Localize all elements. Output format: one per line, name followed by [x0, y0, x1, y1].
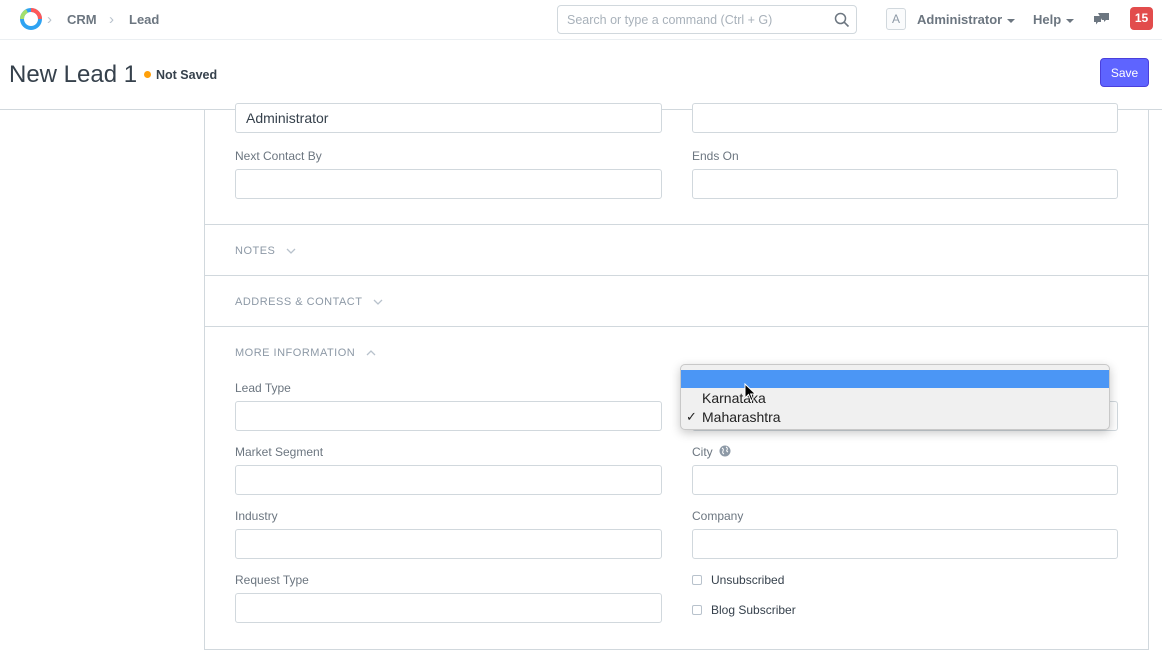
request-type-select[interactable] — [235, 593, 662, 623]
breadcrumb-separator: › — [109, 11, 114, 28]
page-head: New Lead 1 Not Saved Save — [0, 41, 1162, 110]
notification-badge[interactable]: 15 — [1130, 7, 1153, 30]
avatar[interactable]: A — [886, 8, 906, 30]
next-contact-by-label: Next Contact By — [235, 149, 322, 163]
blog-subscriber-checkbox-row[interactable]: Blog Subscriber — [692, 603, 796, 617]
top-right-input[interactable] — [693, 104, 1117, 132]
app-logo-icon[interactable] — [18, 6, 44, 32]
ends-on-input[interactable] — [693, 170, 1117, 198]
blog-subscriber-checkbox[interactable] — [692, 605, 702, 615]
unsubscribed-checkbox-row[interactable]: Unsubscribed — [692, 573, 784, 587]
lead-type-input[interactable] — [236, 402, 661, 430]
globe-icon — [719, 445, 731, 457]
ends-on-field[interactable] — [692, 169, 1118, 199]
chevron-up-icon — [366, 350, 376, 356]
section-divider — [205, 224, 1148, 225]
assigned-to-input[interactable] — [236, 104, 661, 132]
assigned-to-field[interactable] — [235, 103, 662, 133]
dropdown-option-maharashtra-label: Maharashtra — [702, 409, 781, 425]
breadcrumb-lead[interactable]: Lead — [129, 12, 159, 27]
mouse-pointer-icon — [744, 383, 757, 402]
request-type-label: Request Type — [235, 573, 309, 587]
industry-input[interactable] — [236, 530, 661, 558]
help-menu-label: Help — [1033, 12, 1062, 27]
awesome-bar — [557, 5, 857, 34]
market-segment-field[interactable] — [235, 465, 662, 495]
section-more-information[interactable]: MORE INFORMATION — [235, 347, 377, 359]
breadcrumb-crm[interactable]: CRM — [67, 12, 97, 27]
caret-down-icon — [1066, 18, 1075, 23]
unsubscribed-checkbox[interactable] — [692, 575, 702, 585]
section-address-contact[interactable]: ADDRESS & CONTACT — [235, 296, 384, 308]
chevron-down-icon — [373, 299, 383, 306]
section-divider — [205, 326, 1148, 327]
industry-field[interactable] — [235, 529, 662, 559]
chevron-down-icon — [286, 248, 296, 255]
section-notes[interactable]: NOTES — [235, 245, 297, 257]
section-more-information-label: MORE INFORMATION — [235, 347, 356, 359]
next-contact-by-field[interactable] — [235, 169, 662, 199]
top-right-field[interactable] — [692, 103, 1118, 133]
section-notes-label: NOTES — [235, 245, 276, 257]
checkmark-icon: ✓ — [686, 409, 697, 424]
ends-on-label: Ends On — [692, 149, 739, 163]
industry-label: Industry — [235, 509, 278, 523]
user-menu[interactable]: Administrator — [917, 12, 1016, 27]
city-field[interactable] — [692, 465, 1118, 495]
search-input[interactable] — [558, 6, 818, 33]
company-input[interactable] — [693, 530, 1117, 558]
search-icon[interactable] — [834, 12, 850, 28]
unsubscribed-label: Unsubscribed — [711, 573, 785, 587]
save-button[interactable]: Save — [1100, 58, 1149, 87]
page-title: New Lead 1 — [9, 61, 138, 88]
lead-type-select[interactable] — [235, 401, 662, 431]
status-indicator: Not Saved — [144, 68, 217, 82]
chat-icon[interactable] — [1093, 12, 1110, 27]
status-dot — [144, 71, 151, 78]
city-label: City — [692, 445, 731, 459]
navbar: › CRM › Lead A Administrator Help 15 — [0, 0, 1162, 40]
help-menu[interactable]: Help — [1033, 12, 1075, 27]
lead-type-label: Lead Type — [235, 381, 291, 395]
user-menu-label: Administrator — [917, 12, 1003, 27]
blog-subscriber-label: Blog Subscriber — [711, 603, 796, 617]
section-divider — [205, 275, 1148, 276]
dropdown-option-maharashtra[interactable]: ✓ Maharashtra — [681, 408, 1109, 426]
next-contact-by-input[interactable] — [236, 170, 661, 198]
caret-down-icon — [1007, 18, 1016, 23]
market-segment-input[interactable] — [236, 466, 661, 494]
section-address-contact-label: ADDRESS & CONTACT — [235, 296, 363, 308]
request-type-input[interactable] — [236, 594, 661, 622]
status-text: Not Saved — [156, 68, 218, 82]
city-input[interactable] — [693, 466, 1117, 494]
city-label-text: City — [692, 445, 713, 459]
breadcrumb-separator: › — [47, 11, 52, 28]
market-segment-label: Market Segment — [235, 445, 324, 459]
company-label: Company — [692, 509, 744, 523]
company-field[interactable] — [692, 529, 1118, 559]
